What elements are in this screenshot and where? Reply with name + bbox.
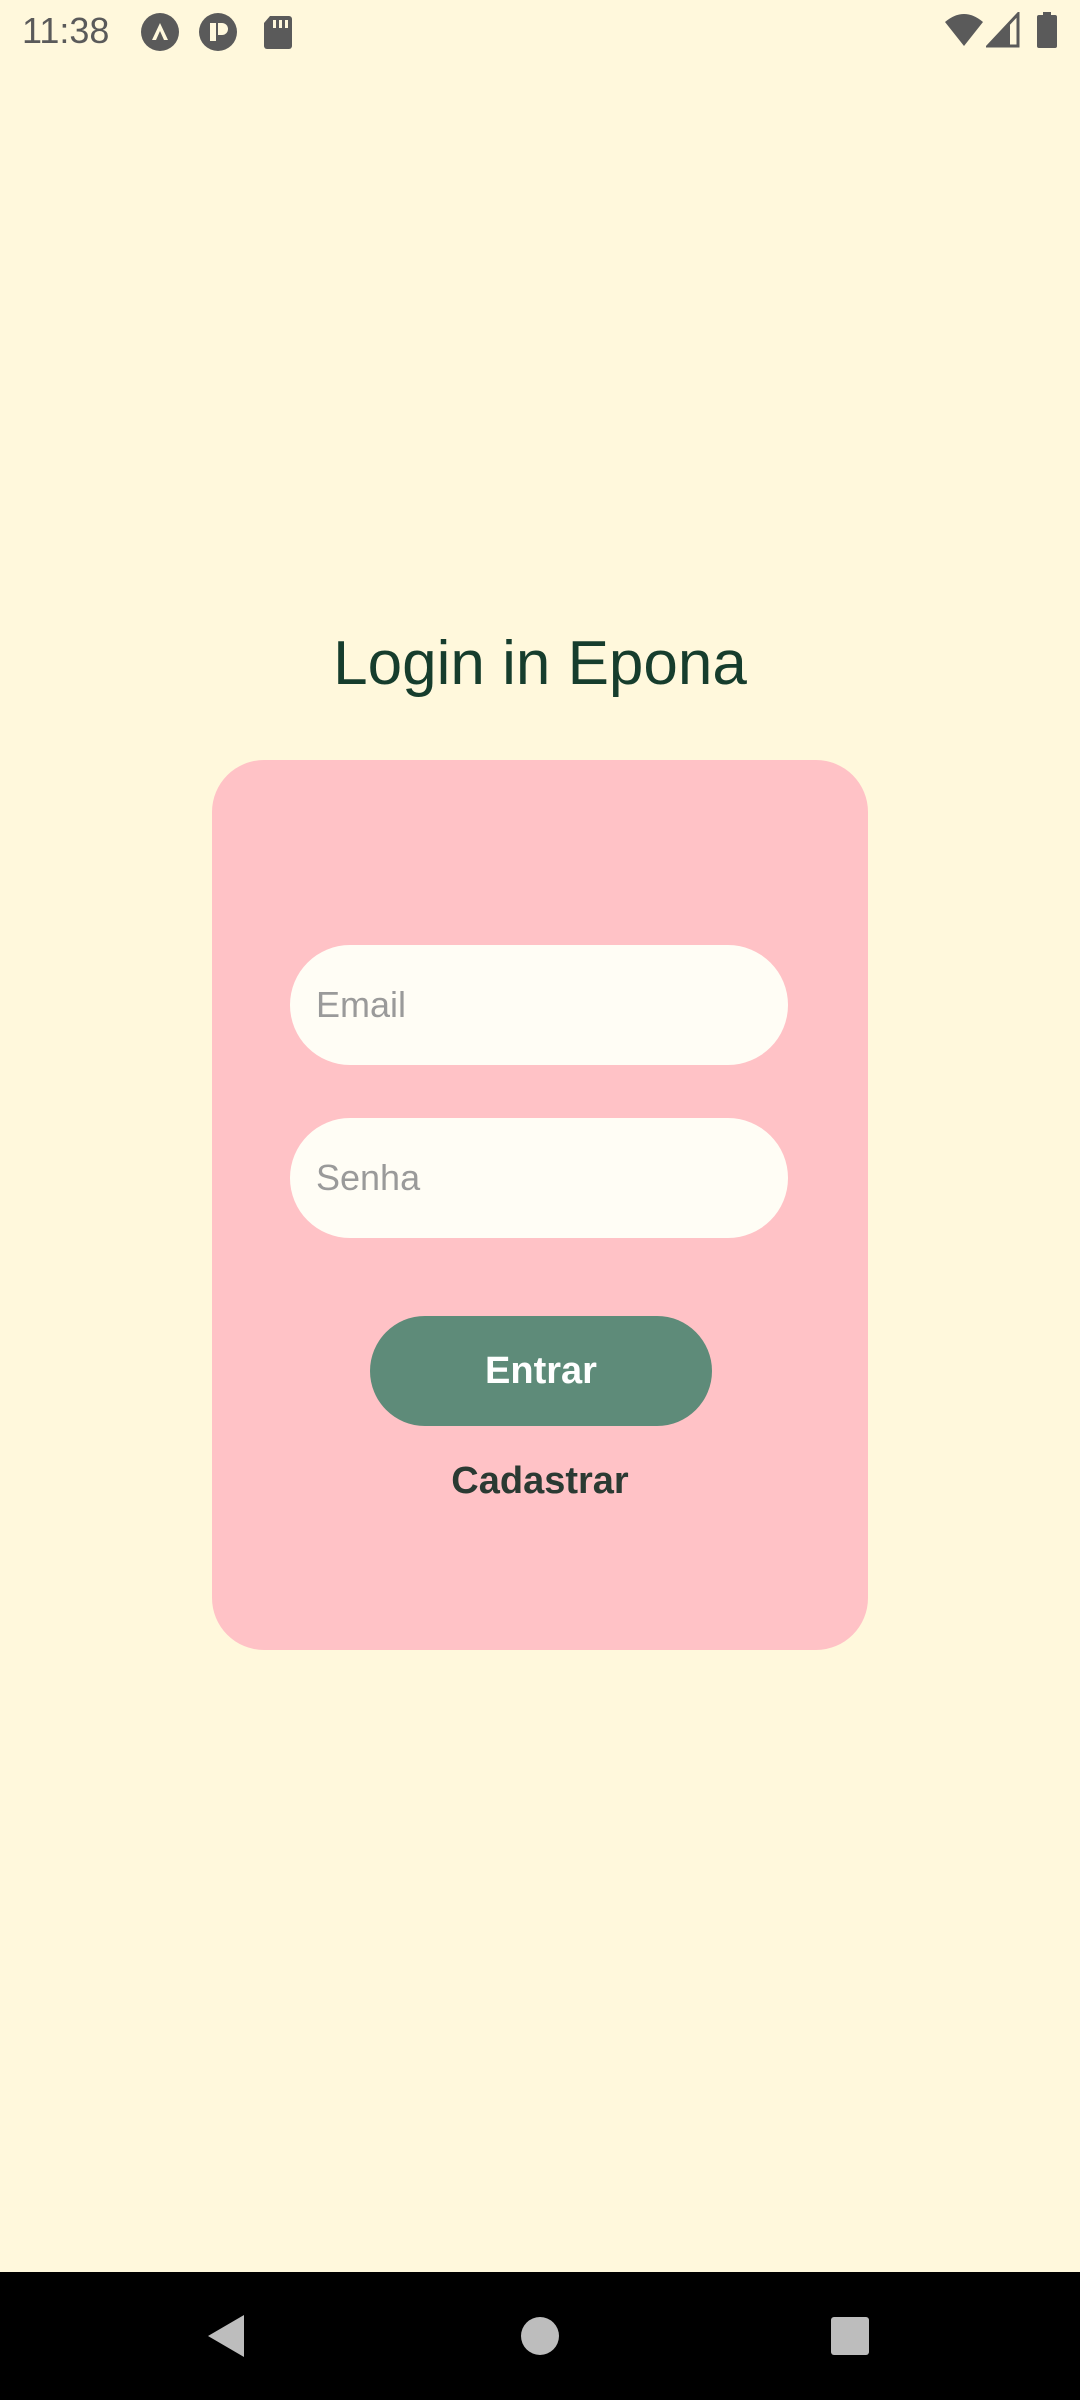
status-bar: 11:38 bbox=[0, 0, 1080, 64]
recents-button[interactable] bbox=[790, 2272, 910, 2400]
app-a-icon bbox=[141, 13, 179, 51]
password-field[interactable]: Senha bbox=[290, 1118, 788, 1238]
login-card: Email Senha Entrar Cadastrar bbox=[212, 760, 868, 1650]
home-icon bbox=[521, 2317, 559, 2355]
sd-card-icon bbox=[264, 16, 292, 49]
status-time: 11:38 bbox=[22, 10, 110, 51]
cell-signal-icon bbox=[986, 12, 1020, 48]
navigation-bar bbox=[0, 2272, 1080, 2400]
back-icon bbox=[208, 2315, 244, 2357]
wifi-icon bbox=[945, 14, 983, 46]
home-button[interactable] bbox=[480, 2272, 600, 2400]
login-button[interactable]: Entrar bbox=[370, 1316, 712, 1426]
back-button[interactable] bbox=[166, 2272, 286, 2400]
app-p-icon bbox=[199, 13, 237, 51]
page-title: Login in Epona bbox=[333, 629, 747, 698]
battery-icon bbox=[1037, 12, 1057, 48]
email-field[interactable]: Email bbox=[290, 945, 788, 1065]
register-link[interactable]: Cadastrar bbox=[212, 1460, 868, 1503]
recents-icon bbox=[831, 2317, 869, 2355]
